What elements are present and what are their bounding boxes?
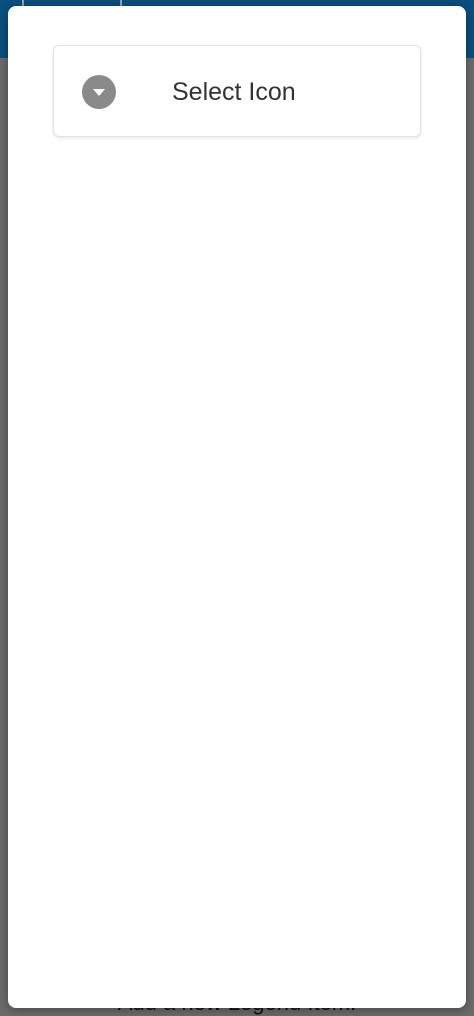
select-icon-label: Select Icon [172,78,296,106]
icon-picker-modal: Select Icon [8,6,466,1008]
chevron-down-circle-icon [82,75,116,109]
select-icon-dropdown[interactable]: Select Icon [53,45,421,137]
